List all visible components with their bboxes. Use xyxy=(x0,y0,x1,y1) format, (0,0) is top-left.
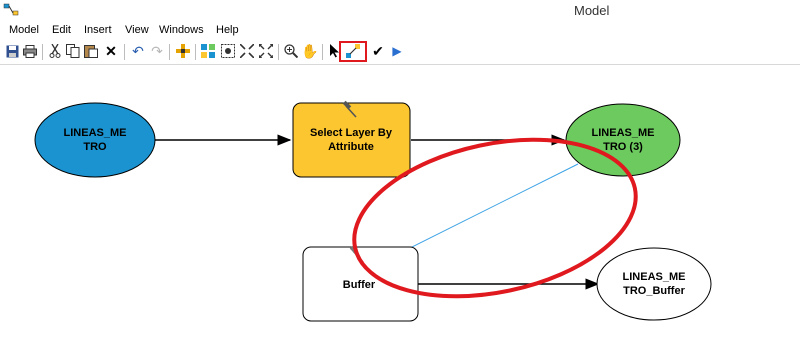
run-icon[interactable]: ▶ xyxy=(389,43,405,59)
connect-tool-highlight xyxy=(339,41,367,62)
zoom-in-fixed-icon[interactable] xyxy=(239,43,255,59)
output-buffer-node[interactable]: LINEAS_ME TRO_Buffer xyxy=(596,247,712,321)
select-layer-tool-node[interactable]: Select Layer By Attribute xyxy=(292,100,411,178)
menu-windows[interactable]: Windows xyxy=(159,24,204,36)
toolbar: ✕ ↶ ↷ ✋ ✔ ▶ xyxy=(0,40,800,65)
menu-bar: Model Edit Insert View Windows Help xyxy=(0,22,800,40)
redo-icon[interactable]: ↷ xyxy=(149,43,165,59)
window-title: Model xyxy=(574,3,610,18)
full-extent-icon[interactable] xyxy=(220,43,236,59)
input-data-label-line2: TRO xyxy=(83,141,107,153)
output-data-3-label-line1: LINEAS_ME xyxy=(592,127,655,139)
menu-model[interactable]: Model xyxy=(9,24,39,36)
delete-icon[interactable]: ✕ xyxy=(103,43,119,59)
add-data-icon[interactable] xyxy=(175,43,191,59)
pan-icon[interactable]: ✋ xyxy=(301,43,318,59)
menu-help[interactable]: Help xyxy=(216,24,239,36)
output-buffer-label-line2: TRO_Buffer xyxy=(623,285,685,297)
paste-icon[interactable] xyxy=(83,43,99,59)
select-layer-label-line1: Select Layer By xyxy=(310,127,393,139)
model-canvas: LINEAS_ME TRO Select Layer By Attribute … xyxy=(34,100,712,322)
output-buffer-label-line1: LINEAS_ME xyxy=(623,271,686,283)
copy-icon[interactable] xyxy=(65,43,81,59)
cut-icon[interactable] xyxy=(47,43,63,59)
save-icon[interactable] xyxy=(4,43,20,59)
input-data-node[interactable]: LINEAS_ME TRO xyxy=(34,102,156,178)
modelbuilder-app-icon xyxy=(3,3,19,16)
zoom-out-fixed-icon[interactable] xyxy=(258,43,274,59)
validate-icon[interactable]: ✔ xyxy=(370,43,386,59)
zoom-in-icon[interactable] xyxy=(283,43,299,59)
auto-layout-icon[interactable] xyxy=(200,43,216,59)
menu-view[interactable]: View xyxy=(125,24,149,36)
menu-edit[interactable]: Edit xyxy=(52,24,71,36)
buffer-label: Buffer xyxy=(343,279,376,291)
select-layer-label-line2: Attribute xyxy=(328,141,374,153)
title-bar: Model xyxy=(0,0,800,22)
menu-insert[interactable]: Insert xyxy=(84,24,112,36)
connector-output-to-buffer[interactable] xyxy=(385,163,579,261)
print-icon[interactable] xyxy=(22,43,38,59)
output-data-3-label-line2: TRO (3) xyxy=(603,141,643,153)
input-data-label-line1: LINEAS_ME xyxy=(64,127,127,139)
undo-icon[interactable]: ↶ xyxy=(130,43,146,59)
